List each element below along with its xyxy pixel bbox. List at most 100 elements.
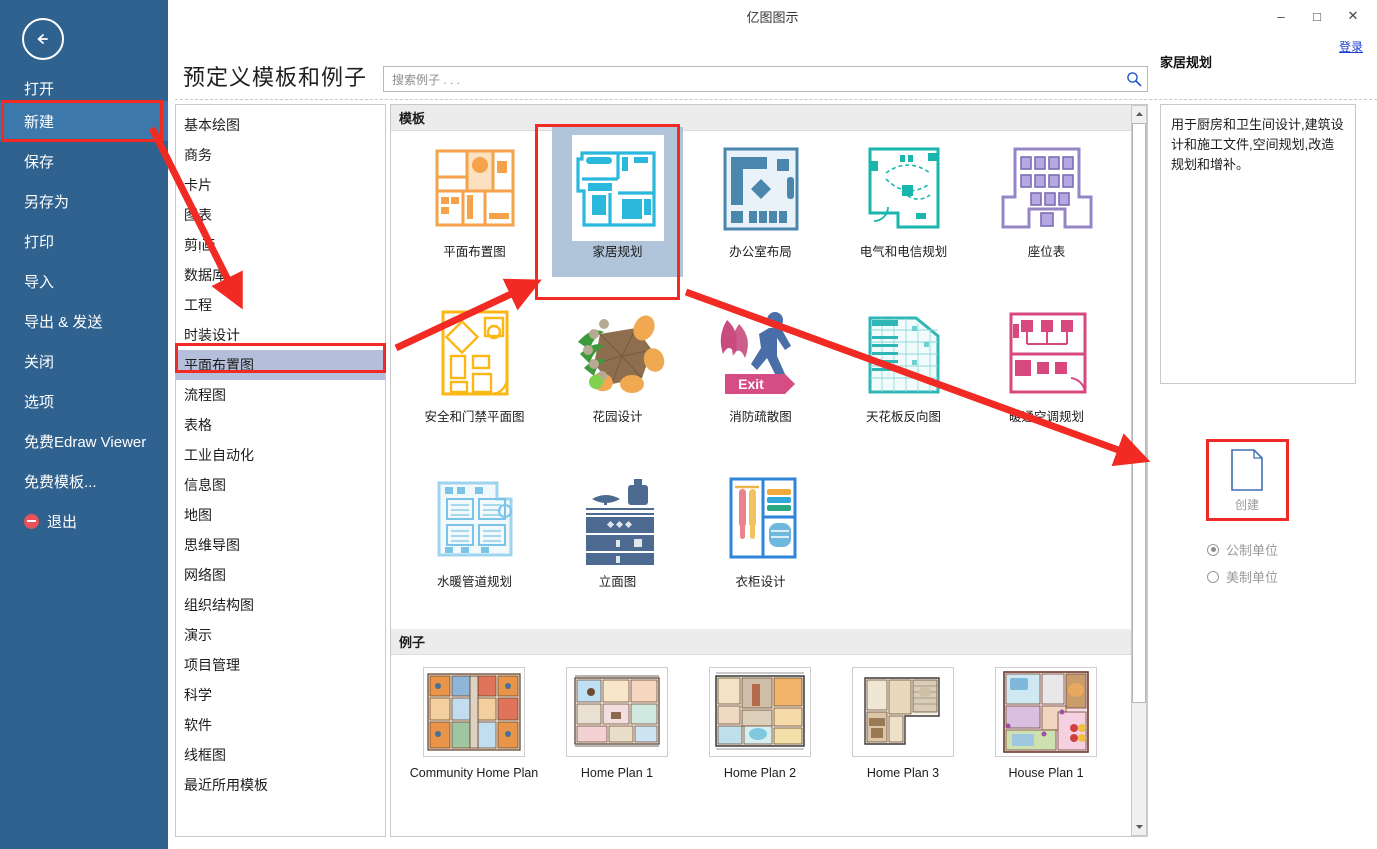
search-box[interactable] xyxy=(383,66,1148,93)
sidebar-item-12[interactable]: 退出 xyxy=(0,501,168,541)
category-item-12[interactable]: 工业自动化 xyxy=(176,440,385,470)
category-item-label: 软件 xyxy=(184,717,212,733)
sidebar-item-9[interactable]: 选项 xyxy=(0,381,168,421)
category-item-label: 表格 xyxy=(184,417,212,433)
template-tile-5[interactable]: 座位表 xyxy=(981,127,1112,277)
close-button[interactable]: ✕ xyxy=(1335,4,1371,28)
category-item-label: 最近所用模板 xyxy=(184,777,268,793)
sidebar-item-2[interactable]: 新建 xyxy=(0,101,168,141)
example-tile-label: Home Plan 1 xyxy=(580,766,654,780)
template-tile-11[interactable]: 水暖管道规划 xyxy=(409,457,540,607)
scroll-down-button[interactable] xyxy=(1132,819,1146,835)
sidebar-item-8[interactable]: 关闭 xyxy=(0,341,168,381)
category-item-4[interactable]: 图表 xyxy=(176,200,385,230)
sidebar-item-5[interactable]: 打印 xyxy=(0,221,168,261)
category-item-18[interactable]: 演示 xyxy=(176,620,385,650)
category-item-16[interactable]: 网络图 xyxy=(176,560,385,590)
template-tile-6[interactable]: GAS 安全和门禁平面图 xyxy=(409,292,540,442)
minimize-button[interactable]: – xyxy=(1263,4,1299,28)
category-item-23[interactable]: 最近所用模板 xyxy=(176,770,385,800)
example-tile-label: Community Home Plan xyxy=(409,766,539,780)
category-item-17[interactable]: 组织结构图 xyxy=(176,590,385,620)
example-tile-1[interactable]: Community Home Plan xyxy=(403,661,545,811)
scrollbar-thumb[interactable] xyxy=(1132,123,1146,703)
template-thumbnail-image xyxy=(577,315,664,393)
template-tile-4[interactable]: 电气和电信规划 xyxy=(838,127,969,277)
radio-icon-imperial[interactable] xyxy=(1207,570,1219,583)
example-thumbnail-image xyxy=(864,677,940,745)
sidebar-item-7[interactable]: 导出 & 发送 xyxy=(0,301,168,341)
category-item-15[interactable]: 思维导图 xyxy=(176,530,385,560)
back-button[interactable] xyxy=(22,18,64,60)
template-thumbnail xyxy=(713,463,809,573)
template-tile-3[interactable]: 办公室布局 xyxy=(695,127,826,277)
template-thumbnail xyxy=(856,298,952,408)
category-item-20[interactable]: 科学 xyxy=(176,680,385,710)
template-tile-10[interactable]: 暖通空调规划 xyxy=(981,292,1112,442)
sidebar-item-6[interactable]: 导入 xyxy=(0,261,168,301)
scroll-up-button[interactable] xyxy=(1132,106,1146,122)
template-tile-9[interactable]: 天花板反向图 xyxy=(838,292,969,442)
category-item-11[interactable]: 表格 xyxy=(176,410,385,440)
category-item-6[interactable]: 数据库 xyxy=(176,260,385,290)
category-item-label: 项目管理 xyxy=(184,657,240,673)
category-item-1[interactable]: 基本绘图 xyxy=(176,110,385,140)
category-item-8[interactable]: 时装设计 xyxy=(176,320,385,350)
sidebar-item-3[interactable]: 保存 xyxy=(0,141,168,181)
example-thumbnail xyxy=(852,667,954,757)
template-thumbnail-image xyxy=(585,479,654,565)
example-tile-4[interactable]: Home Plan 3 xyxy=(832,661,974,811)
template-thumbnail xyxy=(856,133,952,243)
category-item-label: 科学 xyxy=(184,687,212,703)
sidebar-item-11[interactable]: 免费模板... xyxy=(0,461,168,501)
example-thumbnail-image xyxy=(427,673,521,751)
search-icon[interactable] xyxy=(1126,71,1142,92)
login-link[interactable]: 登录 xyxy=(1339,38,1363,55)
example-tile-5[interactable]: House Plan 1 xyxy=(975,661,1117,811)
category-item-5[interactable]: 剪וִ画 xyxy=(176,230,385,260)
template-tile-7[interactable]: 花园设计 xyxy=(552,292,683,442)
sidebar-item-label: 免费模板... xyxy=(24,473,97,491)
category-item-14[interactable]: 地图 xyxy=(176,500,385,530)
sidebar-item-label: 另存为 xyxy=(24,193,70,211)
example-tile-2[interactable]: Home Plan 1 xyxy=(546,661,688,811)
example-tile-3[interactable]: Home Plan 2 xyxy=(689,661,831,811)
search-input[interactable] xyxy=(390,67,1114,93)
template-tile-2[interactable]: 家居规划 xyxy=(552,127,683,277)
category-item-21[interactable]: 软件 xyxy=(176,710,385,740)
category-item-label: 线框图 xyxy=(184,747,226,763)
sidebar-item-4[interactable]: 另存为 xyxy=(0,181,168,221)
sidebar-item-10[interactable]: 免费Edraw Viewer xyxy=(0,421,168,461)
content-vertical-scrollbar[interactable] xyxy=(1131,105,1147,836)
category-item-label: 剪וִ画 xyxy=(184,237,216,253)
category-item-10[interactable]: 流程图 xyxy=(176,380,385,410)
template-tile-13[interactable]: 衣柜设计 xyxy=(695,457,826,607)
template-thumbnail-image xyxy=(1001,147,1092,229)
category-item-9[interactable]: 平面布置图 xyxy=(176,350,385,380)
template-thumbnail-image xyxy=(729,477,796,559)
template-thumbnail xyxy=(427,133,523,243)
template-tile-label: 办公室布局 xyxy=(729,245,792,259)
example-tile-label: House Plan 1 xyxy=(1008,766,1084,780)
category-item-label: 图表 xyxy=(184,207,212,223)
unit-radio-imperial[interactable]: 美制单位 xyxy=(1207,567,1278,586)
template-tile-label: 安全和门禁平面图 xyxy=(424,410,525,424)
category-item-19[interactable]: 项目管理 xyxy=(176,650,385,680)
examples-section-label: 例子 xyxy=(399,635,426,650)
unit-radio-metric[interactable]: 公制单位 xyxy=(1207,540,1278,559)
template-tile-8[interactable]: Exit 消防疏散图 xyxy=(695,292,826,442)
category-item-22[interactable]: 线框图 xyxy=(176,740,385,770)
category-item-2[interactable]: 商务 xyxy=(176,140,385,170)
category-item-label: 信息图 xyxy=(184,477,226,493)
radio-icon-metric[interactable] xyxy=(1207,543,1219,556)
template-thumbnail: GAS xyxy=(427,298,523,408)
example-thumbnail xyxy=(566,667,668,757)
template-tile-12[interactable]: 立面图 xyxy=(552,457,683,607)
create-button[interactable]: 创建 xyxy=(1207,440,1287,520)
maximize-button[interactable]: □ xyxy=(1299,4,1335,28)
category-item-3[interactable]: 卡片 xyxy=(176,170,385,200)
category-item-label: 商务 xyxy=(184,147,212,163)
category-item-7[interactable]: 工程 xyxy=(176,290,385,320)
template-tile-1[interactable]: 平面布置图 xyxy=(409,127,540,277)
category-item-13[interactable]: 信息图 xyxy=(176,470,385,500)
